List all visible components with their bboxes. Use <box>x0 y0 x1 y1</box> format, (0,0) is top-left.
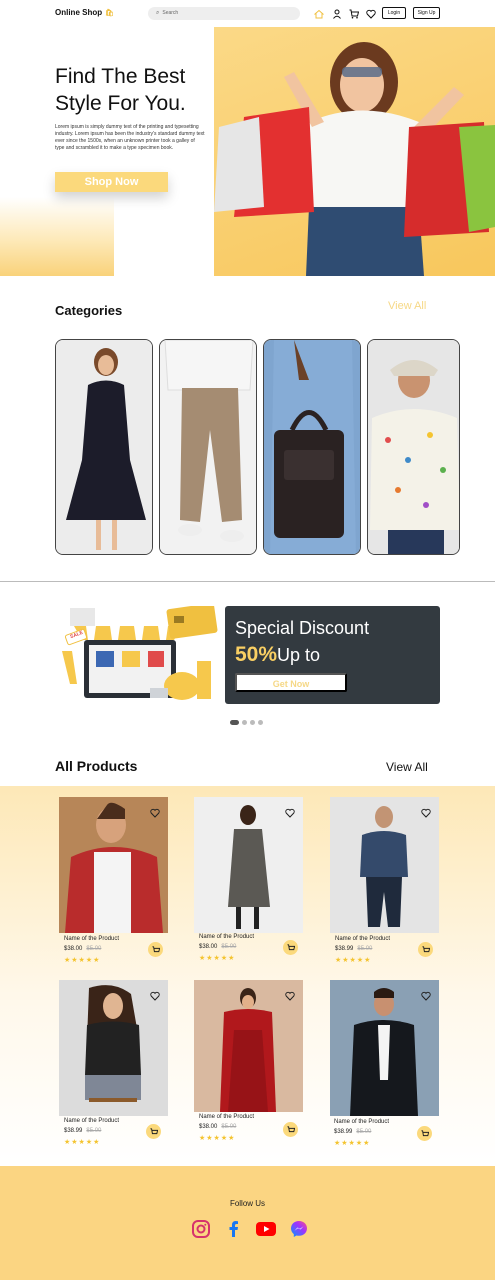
product-old-price: $5.00 <box>356 1129 372 1135</box>
product-image[interactable] <box>194 797 303 933</box>
wishlist-heart-icon[interactable] <box>150 988 160 1001</box>
product-current-price: $38.00 <box>199 1124 218 1130</box>
category-card-shirts[interactable] <box>367 339 460 555</box>
product-price: $38.99 $5.00 <box>64 1128 101 1134</box>
product-price: $38.99 $5.00 <box>334 1129 371 1135</box>
carousel-dot[interactable] <box>258 720 263 725</box>
wishlist-heart-icon[interactable] <box>421 988 431 1001</box>
product-old-price: $5.00 <box>86 1128 102 1134</box>
messenger-icon[interactable] <box>290 1220 308 1238</box>
carousel-dot[interactable] <box>250 720 255 725</box>
cart-icon[interactable] <box>348 8 359 19</box>
shopping-bag-icon: 🛍 <box>105 10 114 17</box>
wishlist-heart-icon[interactable] <box>421 805 431 818</box>
add-to-cart-button[interactable] <box>418 942 433 957</box>
instagram-icon[interactable] <box>192 1220 210 1238</box>
discount-percent: 50% <box>235 643 278 666</box>
hero-image <box>214 27 495 276</box>
product-price: $38.00 $5.00 <box>199 944 236 950</box>
follow-us-label: Follow Us <box>229 1199 266 1208</box>
product-old-price: $5.00 <box>357 946 373 952</box>
add-to-cart-button[interactable] <box>417 1126 432 1141</box>
search-input[interactable]: ⌕ Search <box>148 7 300 20</box>
product-name[interactable]: Name of the Product <box>334 1119 389 1125</box>
add-to-cart-button[interactable] <box>283 940 298 955</box>
product-rating: ★★★★★ <box>199 955 236 962</box>
discount-suffix: Up to <box>277 645 321 665</box>
product-old-price: $5.00 <box>221 944 237 950</box>
add-to-cart-button[interactable] <box>283 1122 298 1137</box>
all-products-title: All Products <box>55 758 138 774</box>
product-name[interactable]: Name of the Product <box>199 1114 254 1120</box>
product-price: $38.00 $5.00 <box>64 946 101 952</box>
product-rating: ★★★★★ <box>335 957 372 964</box>
product-rating: ★★★★★ <box>334 1140 371 1147</box>
product-rating: ★★★★★ <box>64 1139 101 1146</box>
product-current-price: $38.99 <box>64 1128 83 1134</box>
top-nav: Online Shop 🛍 ⌕ Search Login Sign Up <box>0 0 495 27</box>
product-rating: ★★★★★ <box>64 957 101 964</box>
product-name[interactable]: Name of the Product <box>335 936 390 942</box>
product-name[interactable]: Name of the Product <box>64 936 119 942</box>
facebook-icon[interactable] <box>225 1220 243 1238</box>
hero-section: Find The Best Style For You. Lorem ipsum… <box>0 27 495 276</box>
logo[interactable]: Online Shop 🛍 <box>55 8 114 17</box>
discount-banner: Special Discount 50%Up to Get Now <box>225 606 440 704</box>
discount-amount: 50%Up to <box>235 643 320 667</box>
product-image[interactable] <box>194 980 303 1112</box>
product-current-price: $38.00 <box>64 946 83 952</box>
product-price: $38.99 $5.00 <box>335 946 372 952</box>
user-icon[interactable] <box>331 8 342 19</box>
carousel-dot[interactable] <box>242 720 247 725</box>
hero-gradient-decoration <box>0 197 114 276</box>
section-divider <box>0 581 495 582</box>
hero-title-line1: Find The Best <box>55 65 186 88</box>
add-to-cart-button[interactable] <box>146 1124 161 1139</box>
product-name[interactable]: Name of the Product <box>199 934 254 940</box>
login-button[interactable]: Login <box>382 7 406 19</box>
category-card-dresses[interactable] <box>55 339 153 555</box>
product-image[interactable] <box>59 797 168 933</box>
heart-icon[interactable] <box>365 8 376 19</box>
product-current-price: $38.99 <box>335 946 354 952</box>
logo-text: Online Shop <box>55 8 103 17</box>
youtube-icon[interactable] <box>256 1220 276 1238</box>
product-current-price: $38.00 <box>199 944 218 950</box>
carousel-dots <box>230 720 263 725</box>
categories-title: Categories <box>55 303 123 318</box>
product-price: $38.00 $5.00 <box>199 1124 236 1130</box>
category-card-pants[interactable] <box>159 339 257 555</box>
product-old-price: $5.00 <box>221 1124 237 1130</box>
search-placeholder: Search <box>162 10 179 16</box>
wishlist-heart-icon[interactable] <box>285 988 295 1001</box>
product-current-price: $38.99 <box>334 1129 353 1135</box>
products-view-all-link[interactable]: View All <box>386 760 428 774</box>
category-card-bags[interactable] <box>263 339 361 555</box>
search-icon: ⌕ <box>156 10 160 16</box>
categories-view-all-link[interactable]: View All <box>388 300 426 312</box>
discount-illustration: SALE <box>62 603 224 704</box>
hero-title: Find The Best Style For You. <box>55 63 186 117</box>
add-to-cart-button[interactable] <box>148 942 163 957</box>
footer: Follow Us <box>0 1166 495 1280</box>
product-rating: ★★★★★ <box>199 1135 236 1142</box>
carousel-dot-active[interactable] <box>230 720 239 725</box>
discount-title: Special Discount <box>235 618 370 638</box>
product-image[interactable] <box>330 797 439 933</box>
hero-description: Lorem ipsum is simply dummy text of the … <box>55 124 205 151</box>
shop-now-button[interactable]: Shop Now <box>55 172 168 192</box>
wishlist-heart-icon[interactable] <box>150 805 160 818</box>
product-old-price: $5.00 <box>86 946 102 952</box>
product-name[interactable]: Name of the Product <box>64 1118 119 1124</box>
wishlist-heart-icon[interactable] <box>285 805 295 818</box>
hero-title-line2: Style For You. <box>55 92 186 115</box>
home-icon[interactable] <box>313 8 324 19</box>
product-image[interactable] <box>330 980 439 1116</box>
product-image[interactable] <box>59 980 168 1116</box>
signup-button[interactable]: Sign Up <box>413 7 440 19</box>
get-now-button[interactable]: Get Now <box>235 673 347 692</box>
